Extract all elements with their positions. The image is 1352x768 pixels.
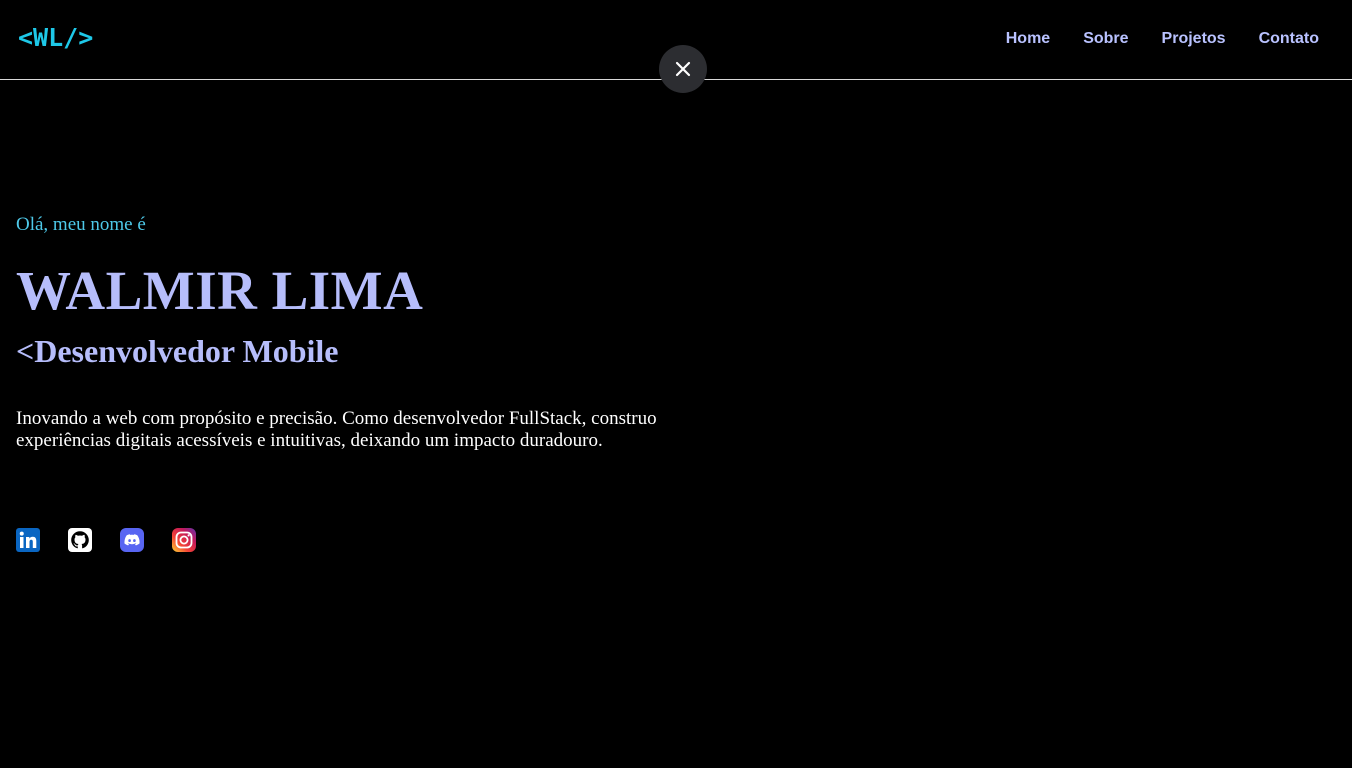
hero-bio: Inovando a web com propósito e precisão.… (16, 408, 657, 451)
social-links (16, 528, 196, 552)
main-nav: Home Sobre Projetos Contato (1006, 29, 1319, 49)
close-icon (675, 61, 691, 77)
close-button[interactable] (659, 45, 707, 93)
hero-greeting: Olá, meu nome é (16, 214, 146, 235)
discord-icon (120, 528, 144, 552)
hero-name: WALMIR LIMA (16, 260, 424, 321)
site-logo[interactable]: <WL/> (18, 23, 93, 53)
nav-link-home[interactable]: Home (1006, 29, 1050, 49)
linkedin-icon (16, 528, 40, 552)
github-link[interactable] (68, 528, 92, 552)
github-icon (68, 528, 92, 552)
nav-link-contato[interactable]: Contato (1259, 29, 1319, 49)
nav-link-projetos[interactable]: Projetos (1162, 29, 1226, 49)
instagram-icon (172, 528, 196, 552)
linkedin-link[interactable] (16, 528, 40, 552)
nav-link-sobre[interactable]: Sobre (1083, 29, 1128, 49)
instagram-link[interactable] (172, 528, 196, 552)
hero-section: Olá, meu nome é WALMIR LIMA <Desenvolved… (16, 212, 676, 452)
hero-role: <Desenvolvedor Mobile (16, 333, 339, 369)
discord-link[interactable] (120, 528, 144, 552)
